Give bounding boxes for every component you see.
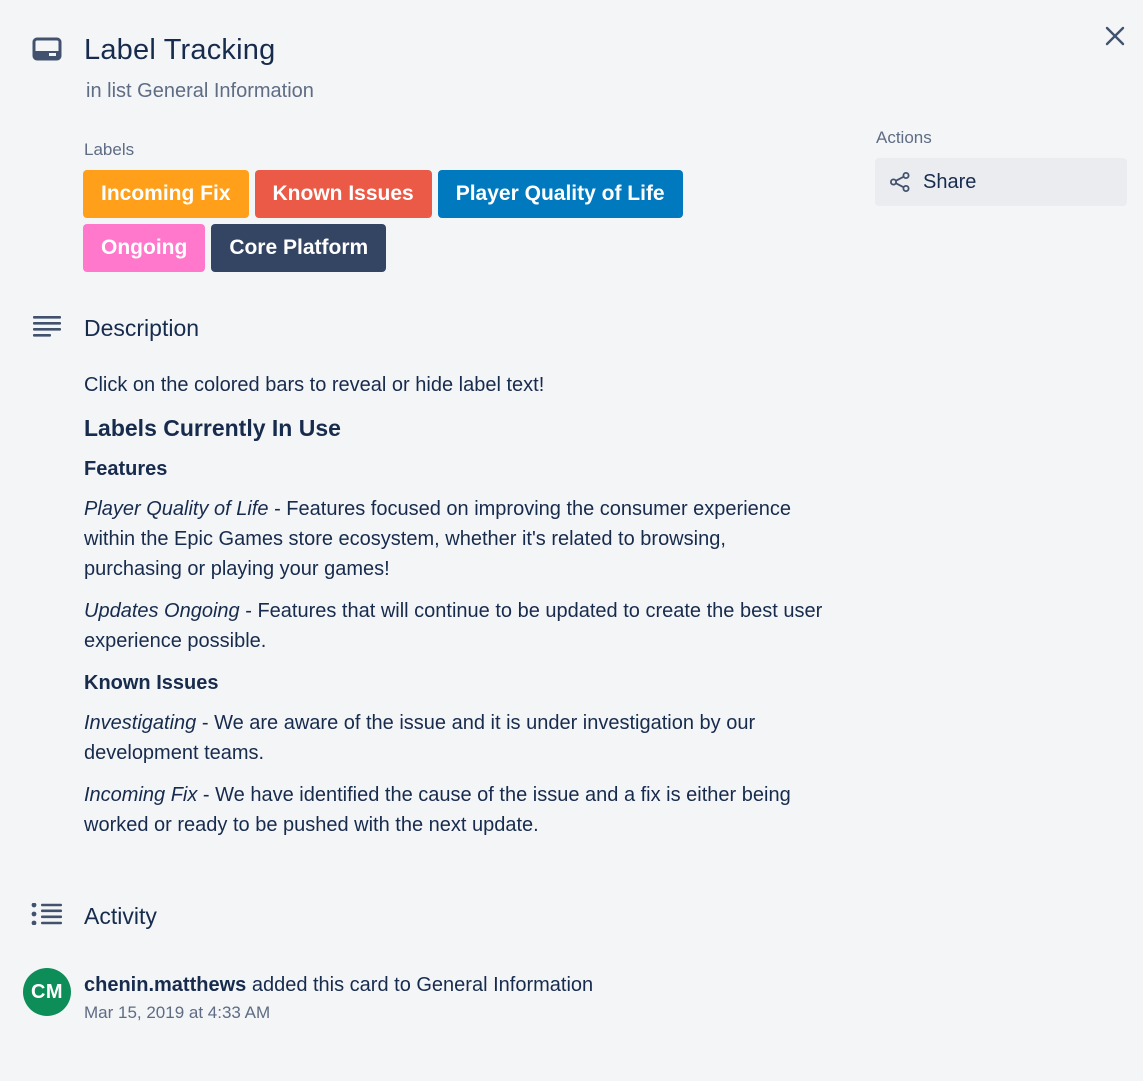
description-entry-term: Incoming Fix	[84, 784, 198, 806]
description-group-title: Features	[84, 458, 168, 480]
actions-heading: Actions	[876, 128, 932, 147]
description-section-title: Labels Currently In Use	[84, 415, 341, 441]
label-chip[interactable]: Known Issues	[254, 170, 432, 218]
label-chip[interactable]: Core Platform	[211, 224, 387, 272]
description-intro: Click on the colored bars to reveal or h…	[84, 374, 545, 396]
description-entry: Player Quality of Life - Features focuse…	[84, 494, 829, 584]
description-entry: Incoming Fix - We have identified the ca…	[84, 780, 829, 840]
description-body[interactable]: Click on the colored bars to reveal or h…	[84, 370, 829, 852]
activity-heading: Activity	[84, 903, 157, 929]
label-chip[interactable]: Player Quality of Life	[437, 170, 683, 218]
labels-heading: Labels	[84, 140, 135, 159]
list-name-link[interactable]: General Information	[137, 80, 314, 102]
share-label: Share	[923, 170, 977, 193]
share-button[interactable]: Share	[875, 158, 1127, 206]
close-icon[interactable]	[1100, 22, 1130, 52]
description-entry-term: Player Quality of Life	[84, 498, 269, 520]
description-icon	[33, 316, 61, 337]
avatar[interactable]: CM	[23, 968, 71, 1016]
activity-entry: chenin.matthews added this card to Gener…	[84, 971, 593, 999]
description-entry-term: Investigating	[84, 712, 197, 734]
description-heading: Description	[84, 315, 200, 341]
label-chip[interactable]: Ongoing	[83, 224, 206, 272]
share-icon	[890, 172, 910, 192]
card-list-location: in list General Information	[86, 78, 314, 104]
activity-action-text: added this card to General Information	[246, 974, 594, 996]
activity-icon	[31, 903, 62, 925]
description-entry: Updates Ongoing - Features that will con…	[84, 596, 829, 656]
label-chip[interactable]: Incoming Fix	[83, 170, 249, 218]
card-detail-window: Label Tracking in list General Informati…	[0, 0, 1143, 1081]
description-entry: Investigating - We are aware of the issu…	[84, 708, 829, 768]
description-groups: Features Player Quality of Life - Feature…	[84, 454, 829, 840]
labels-list: Incoming Fix Known Issues Player Quality o…	[83, 170, 803, 272]
activity-timestamp[interactable]: Mar 15, 2019 at 4:33 AM	[84, 1003, 270, 1023]
activity-member-name[interactable]: chenin.matthews	[84, 974, 246, 996]
list-prefix: in list	[86, 80, 132, 102]
card-title[interactable]: Label Tracking	[84, 32, 275, 68]
description-entry-term: Updates Ongoing	[84, 600, 240, 622]
description-group-title: Known Issues	[84, 672, 219, 694]
card-icon	[32, 37, 62, 61]
